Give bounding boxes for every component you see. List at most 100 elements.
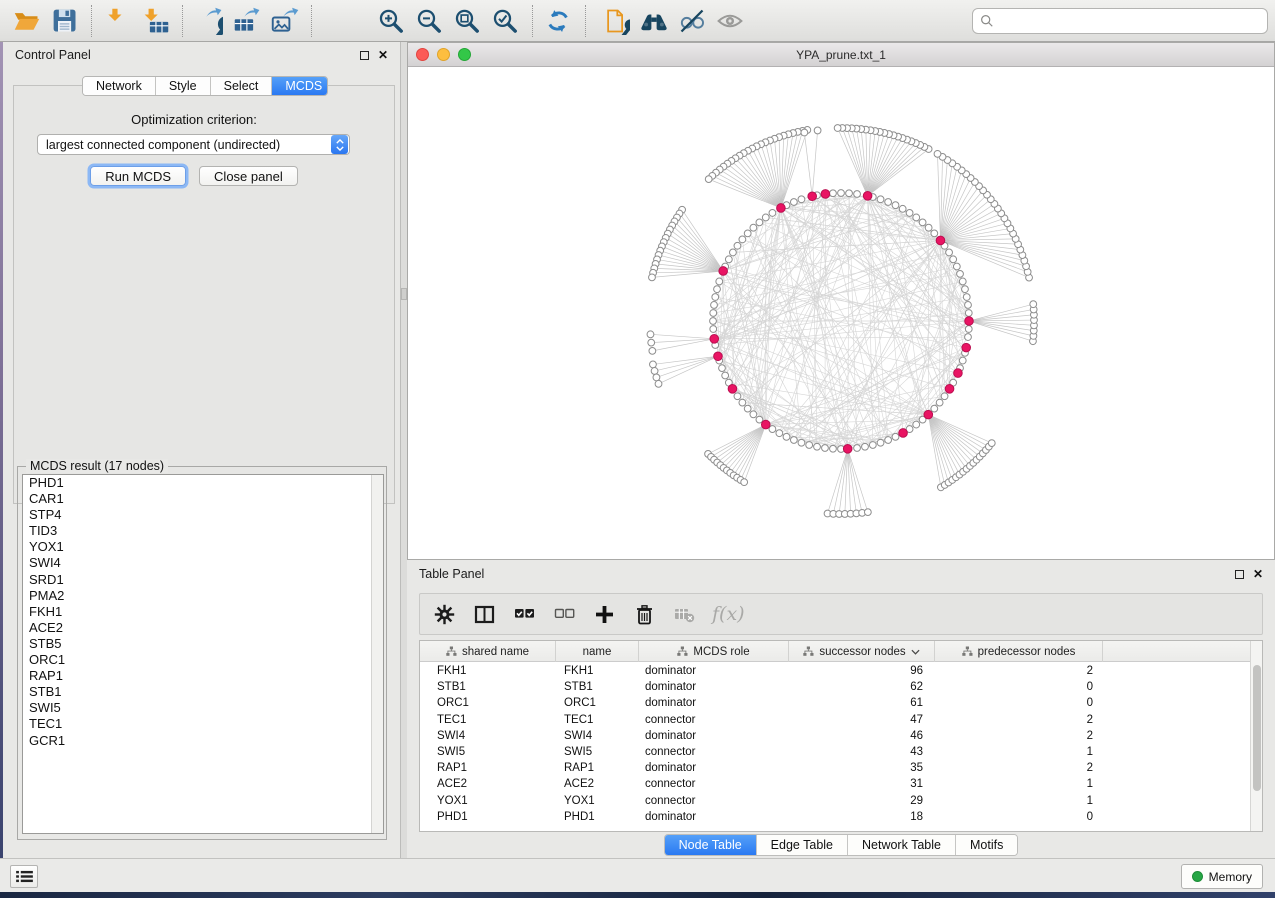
table-row[interactable]: TEC1TEC1connector472: [420, 712, 1252, 728]
unselect-all-button[interactable]: [552, 602, 576, 626]
cell-MCDS-role[interactable]: dominator: [639, 811, 789, 823]
memory-button[interactable]: Memory: [1181, 864, 1263, 889]
cell-predecessor-nodes[interactable]: 1: [935, 795, 1103, 807]
cell-name[interactable]: TEC1: [556, 714, 639, 726]
cell-name[interactable]: STB1: [556, 681, 639, 693]
cell-successor-nodes[interactable]: 31: [789, 778, 935, 790]
cell-predecessor-nodes[interactable]: 2: [935, 762, 1103, 774]
cell-MCDS-role[interactable]: dominator: [639, 681, 789, 693]
tab-motifs[interactable]: Motifs: [956, 835, 1017, 855]
mcds-result-item[interactable]: ORC1: [23, 652, 383, 668]
cell-shared-name[interactable]: STB1: [420, 681, 556, 693]
dominator-node[interactable]: [728, 385, 737, 394]
cell-MCDS-role[interactable]: dominator: [639, 762, 789, 774]
import-table-button[interactable]: [139, 4, 173, 38]
zoom-in-button[interactable]: [375, 4, 409, 38]
cell-name[interactable]: FKH1: [556, 665, 639, 677]
cell-predecessor-nodes[interactable]: 0: [935, 681, 1103, 693]
search-box[interactable]: [972, 8, 1268, 34]
refresh-network-button[interactable]: [542, 4, 576, 38]
cell-name[interactable]: PHD1: [556, 811, 639, 823]
zoom-out-button[interactable]: [413, 4, 447, 38]
export-image-button[interactable]: [268, 4, 302, 38]
mcds-result-item[interactable]: SWI5: [23, 700, 383, 716]
table-row[interactable]: ACE2ACE2connector311: [420, 776, 1252, 792]
dominator-node[interactable]: [710, 335, 719, 344]
cell-shared-name[interactable]: ORC1: [420, 697, 556, 709]
close-panel-icon[interactable]: ✕: [378, 50, 388, 60]
zoom-fit-button[interactable]: [451, 4, 485, 38]
cell-successor-nodes[interactable]: 43: [789, 746, 935, 758]
table-row[interactable]: STB1STB1dominator620: [420, 679, 1252, 695]
mcds-result-list[interactable]: PHD1CAR1STP4TID3YOX1SWI4SRD1PMA2FKH1ACE2…: [22, 474, 384, 834]
cell-predecessor-nodes[interactable]: 2: [935, 714, 1103, 726]
show-all-button[interactable]: [713, 4, 747, 38]
cell-predecessor-nodes[interactable]: 1: [935, 746, 1103, 758]
mcds-result-item[interactable]: ACE2: [23, 620, 383, 636]
column-header-MCDS-role[interactable]: MCDS role: [639, 641, 789, 662]
table-row[interactable]: SWI4SWI4dominator462: [420, 728, 1252, 744]
dominator-node[interactable]: [863, 191, 872, 200]
mcds-result-item[interactable]: YOX1: [23, 539, 383, 555]
dominator-node[interactable]: [808, 192, 817, 201]
cell-successor-nodes[interactable]: 96: [789, 665, 935, 677]
tab-edge-table[interactable]: Edge Table: [757, 835, 848, 855]
close-table-panel-icon[interactable]: ✕: [1253, 569, 1263, 579]
dominator-node[interactable]: [936, 236, 945, 245]
column-header-name[interactable]: name: [556, 641, 639, 662]
dominator-node[interactable]: [714, 352, 723, 361]
mcds-result-item[interactable]: PMA2: [23, 588, 383, 604]
network-window-titlebar[interactable]: YPA_prune.txt_1: [408, 43, 1274, 67]
cell-predecessor-nodes[interactable]: 2: [935, 730, 1103, 742]
create-column-button[interactable]: [592, 602, 616, 626]
hide-selected-button[interactable]: [675, 4, 709, 38]
dominator-node[interactable]: [945, 385, 954, 394]
tab-network[interactable]: Network: [83, 77, 156, 95]
mcds-result-item[interactable]: TEC1: [23, 716, 383, 732]
cell-shared-name[interactable]: ACE2: [420, 778, 556, 790]
mcds-result-item[interactable]: RAP1: [23, 668, 383, 684]
cell-successor-nodes[interactable]: 35: [789, 762, 935, 774]
show-columns-button[interactable]: [472, 602, 496, 626]
cell-name[interactable]: YOX1: [556, 795, 639, 807]
cell-name[interactable]: SWI4: [556, 730, 639, 742]
dominator-node[interactable]: [962, 343, 971, 352]
cell-shared-name[interactable]: FKH1: [420, 665, 556, 677]
first-neighbors-button[interactable]: [637, 4, 671, 38]
mcds-result-item[interactable]: SWI4: [23, 555, 383, 571]
export-table-button[interactable]: [230, 4, 264, 38]
save-session-button[interactable]: [48, 4, 82, 38]
cell-successor-nodes[interactable]: 62: [789, 681, 935, 693]
float-panel-icon[interactable]: [360, 51, 369, 60]
cell-shared-name[interactable]: PHD1: [420, 811, 556, 823]
mcds-result-item[interactable]: FKH1: [23, 604, 383, 620]
zoom-selected-button[interactable]: [489, 4, 523, 38]
column-header-shared-name[interactable]: shared name: [420, 641, 556, 662]
mcds-result-item[interactable]: SRD1: [23, 572, 383, 588]
dominator-node[interactable]: [954, 369, 963, 378]
dominator-node[interactable]: [777, 204, 786, 213]
cell-predecessor-nodes[interactable]: 0: [935, 811, 1103, 823]
cell-predecessor-nodes[interactable]: 0: [935, 697, 1103, 709]
mcds-result-item[interactable]: GCR1: [23, 733, 383, 749]
cell-shared-name[interactable]: RAP1: [420, 762, 556, 774]
cell-successor-nodes[interactable]: 29: [789, 795, 935, 807]
table-settings-button[interactable]: [432, 602, 456, 626]
table-row[interactable]: PHD1PHD1dominator180: [420, 809, 1252, 825]
cell-name[interactable]: RAP1: [556, 762, 639, 774]
cell-successor-nodes[interactable]: 61: [789, 697, 935, 709]
cell-shared-name[interactable]: SWI4: [420, 730, 556, 742]
cell-MCDS-role[interactable]: dominator: [639, 697, 789, 709]
search-input[interactable]: [994, 11, 1267, 31]
cell-name[interactable]: ACE2: [556, 778, 639, 790]
close-panel-button[interactable]: Close panel: [199, 166, 298, 186]
tab-mcds[interactable]: MCDS: [272, 77, 328, 95]
mcds-result-item[interactable]: STB1: [23, 684, 383, 700]
cell-name[interactable]: ORC1: [556, 697, 639, 709]
mcds-result-item[interactable]: PHD1: [23, 475, 383, 491]
cell-shared-name[interactable]: TEC1: [420, 714, 556, 726]
tab-network-table[interactable]: Network Table: [848, 835, 956, 855]
dominator-node[interactable]: [965, 317, 974, 326]
task-history-button[interactable]: [10, 865, 38, 888]
network-graph-canvas[interactable]: [408, 67, 1274, 559]
